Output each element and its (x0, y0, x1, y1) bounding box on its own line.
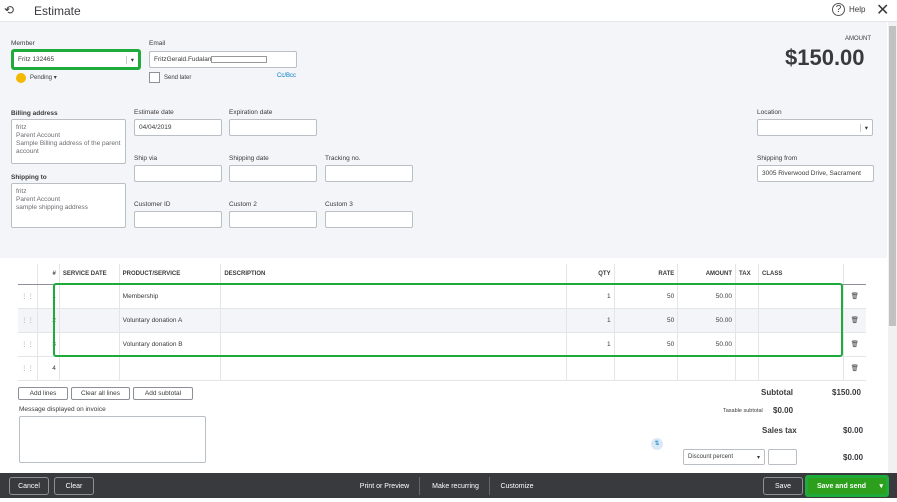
email-label: Email (149, 40, 166, 47)
discount-input[interactable] (768, 449, 797, 465)
swap-icon[interactable]: ⇅ (651, 438, 663, 450)
drag-handle-icon[interactable]: ⋮⋮ (18, 356, 38, 381)
help-link[interactable]: Help (849, 5, 865, 14)
expiration-label: Expiration date (229, 109, 273, 116)
billing-label: Billing address (11, 110, 58, 117)
subtotal-value: $150.00 (832, 388, 861, 397)
email-value: FritzGerald.Fudalan (154, 56, 212, 63)
page-title: Estimate (34, 4, 81, 18)
chevron-down-icon: ▾ (859, 123, 868, 132)
sales-tax-label: Sales tax (762, 426, 797, 435)
col-qty: QTY (566, 264, 615, 285)
member-value: Fritz 132465 (18, 56, 55, 63)
custom3-label: Custom 3 (325, 201, 353, 208)
scrollbar[interactable] (888, 22, 897, 473)
add-subtotal-button[interactable]: Add subtotal (133, 387, 193, 400)
col-rate: RATE (614, 264, 679, 285)
col-amount: AMOUNT (677, 264, 737, 285)
send-later-checkbox[interactable] (149, 72, 160, 83)
pending-icon (16, 73, 26, 83)
custom3-input[interactable] (325, 211, 413, 228)
send-later-label: Send later (164, 75, 192, 81)
help-icon[interactable]: ? (832, 3, 845, 16)
tracking-input[interactable] (325, 165, 413, 182)
drag-handle-icon[interactable]: ⋮⋮ (18, 284, 38, 309)
subtotal-label: Subtotal (761, 388, 793, 397)
ship-via-label: Ship via (134, 155, 158, 162)
billing-address[interactable]: fritz Parent Account Sample Billing addr… (11, 119, 126, 164)
taxable-subtotal-value: $0.00 (773, 406, 794, 415)
ship-via-input[interactable] (134, 165, 222, 182)
taxable-subtotal-label: Taxable subtotal (723, 408, 763, 414)
redacted-box (211, 56, 268, 63)
col-service-date: SERVICE DATE (59, 264, 120, 285)
shipping-date-label: Shipping date (229, 155, 269, 162)
chevron-down-icon[interactable]: ▾ (879, 482, 886, 490)
amount-value: $150.00 (785, 45, 865, 70)
save-button[interactable]: Save (763, 477, 803, 495)
trash-icon[interactable]: 🗑 (843, 284, 866, 309)
customer-id-input[interactable] (134, 211, 222, 228)
shipping-address[interactable]: fritz Parent Account sample shipping add… (11, 183, 126, 228)
trash-icon[interactable]: 🗑 (843, 356, 866, 381)
customize-button[interactable]: Customize (492, 477, 542, 495)
shipping-to-label: Shipping to (11, 174, 47, 181)
status-dropdown[interactable]: Pending ▾ (30, 74, 57, 81)
clear-all-lines-button[interactable]: Clear all lines (71, 387, 130, 400)
save-and-send-button[interactable]: Save and send ▾ (805, 475, 889, 497)
add-lines-button[interactable]: Add lines (18, 387, 68, 400)
recent-icon[interactable]: ⟲ (4, 3, 14, 17)
estimate-date-label: Estimate date (134, 109, 174, 116)
make-recurring-button[interactable]: Make recurring (422, 477, 490, 495)
col-class: CLASS (758, 264, 844, 285)
trash-icon[interactable]: 🗑 (843, 308, 866, 333)
close-icon[interactable]: ✕ (876, 0, 889, 20)
cancel-button[interactable]: Cancel (9, 477, 49, 495)
tracking-label: Tracking no. (325, 155, 361, 162)
chevron-down-icon: ▾ (756, 454, 760, 461)
estimate-date-input[interactable]: 04/04/2019 (134, 119, 222, 136)
drag-handle-icon[interactable]: ⋮⋮ (18, 332, 38, 357)
header: ⟲ Estimate ? Help ✕ (0, 0, 897, 22)
drag-handle-icon[interactable]: ⋮⋮ (18, 308, 38, 333)
col-tax: TAX (735, 264, 759, 285)
cc-bcc-link[interactable]: Cc/Bcc (277, 73, 296, 79)
discount-type-select[interactable]: Discount percent ▾ (683, 449, 765, 465)
print-preview-button[interactable]: Print or Preview (350, 477, 420, 495)
highlight-box (53, 283, 843, 357)
location-select[interactable]: ▾ (757, 119, 873, 136)
discount-value: $0.00 (843, 453, 864, 462)
table-header: # SERVICE DATE PRODUCT/SERVICE DESCRIPTION Q… (18, 264, 866, 285)
col-product: PRODUCT/SERVICE (119, 264, 222, 285)
col-description: DESCRIPTION (220, 264, 567, 285)
table-row[interactable]: ⋮⋮ 4 🗑 (18, 356, 866, 381)
clear-button[interactable]: Clear (54, 477, 94, 495)
chevron-down-icon: ▾ (125, 55, 134, 64)
custom2-input[interactable] (229, 211, 317, 228)
email-input[interactable]: FritzGerald.Fudalan (149, 51, 297, 68)
trash-icon[interactable]: 🗑 (843, 332, 866, 357)
message-label: Message displayed on invoice (19, 406, 106, 413)
customer-id-label: Customer ID (134, 201, 171, 208)
message-input[interactable] (19, 416, 206, 463)
amount-label: AMOUNT (845, 36, 871, 42)
custom2-label: Custom 2 (229, 201, 257, 208)
expiration-input[interactable] (229, 119, 317, 136)
shipping-date-input[interactable] (229, 165, 317, 182)
shipping-from-label: Shipping from (757, 155, 798, 162)
location-label: Location (757, 109, 782, 116)
col-number: # (37, 264, 60, 285)
member-label: Member (11, 40, 35, 47)
sales-tax-value: $0.00 (843, 426, 864, 435)
shipping-from-input[interactable]: 3005 Riverwood Drive, Sacrament (757, 165, 874, 182)
member-select[interactable]: Fritz 132465 ▾ (11, 49, 141, 70)
